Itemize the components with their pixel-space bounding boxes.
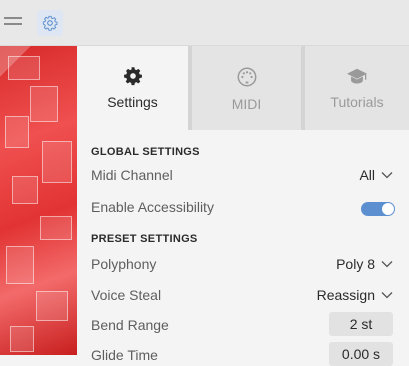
chevron-down-icon [381, 172, 393, 179]
tab-bar: Settings MIDI Tutorials [77, 46, 409, 130]
tab-tutorials[interactable]: Tutorials [305, 46, 409, 130]
toggle-knob [382, 203, 394, 215]
tab-settings-label: Settings [107, 94, 158, 110]
accessibility-label: Enable Accessibility [91, 199, 214, 215]
hamburger-icon[interactable] [4, 17, 22, 28]
chevron-down-icon [381, 292, 393, 299]
chevron-down-icon [381, 261, 393, 268]
accessibility-toggle[interactable] [361, 202, 395, 216]
bend-range-label: Bend Range [91, 317, 169, 333]
settings-panel: Settings MIDI Tutorials GLOBAL SETTINGS … [77, 46, 409, 366]
tab-midi-label: MIDI [231, 96, 262, 112]
global-settings-heading: GLOBAL SETTINGS [91, 146, 200, 158]
polyphony-select[interactable]: Poly 8 [336, 256, 393, 272]
midi-port-icon [237, 67, 256, 87]
midi-channel-value: All [359, 167, 375, 183]
tab-tutorials-label: Tutorials [330, 94, 384, 110]
bend-range-field[interactable]: 2 st [329, 312, 393, 336]
tab-midi[interactable]: MIDI [192, 46, 301, 130]
midi-channel-label: Midi Channel [91, 167, 173, 183]
bend-range-value: 2 st [349, 316, 373, 332]
settings-button[interactable] [37, 10, 63, 36]
voice-steal-select[interactable]: Reassign [317, 287, 393, 303]
midi-channel-select[interactable]: All [359, 167, 393, 183]
glide-time-value: 0.00 s [341, 346, 381, 362]
top-toolbar [0, 0, 409, 46]
gear-icon [42, 15, 58, 31]
polyphony-label: Polyphony [91, 256, 157, 272]
graduation-cap-icon [347, 68, 367, 84]
voice-steal-value: Reassign [316, 287, 375, 303]
tab-settings[interactable]: Settings [77, 46, 188, 130]
polyphony-value: Poly 8 [336, 256, 375, 272]
glide-time-field[interactable]: 0.00 s [329, 342, 393, 366]
preset-settings-heading: PRESET SETTINGS [91, 233, 198, 245]
preset-artwork [0, 46, 77, 355]
voice-steal-label: Voice Steal [91, 287, 162, 303]
glide-time-label: Glide Time [91, 347, 158, 363]
gear-icon [123, 67, 142, 86]
